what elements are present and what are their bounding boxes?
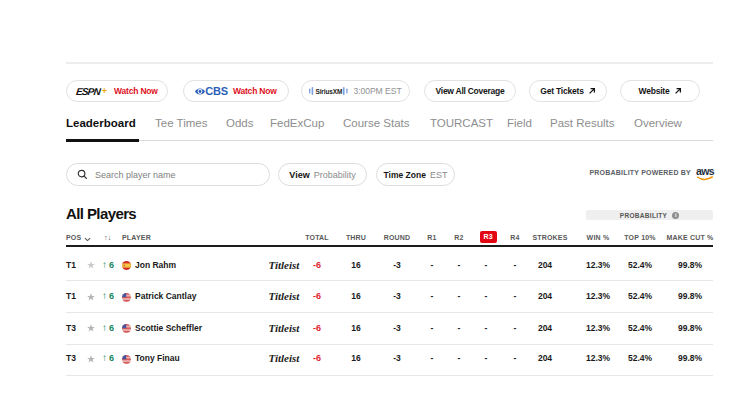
svg-text:aws: aws xyxy=(696,165,715,177)
